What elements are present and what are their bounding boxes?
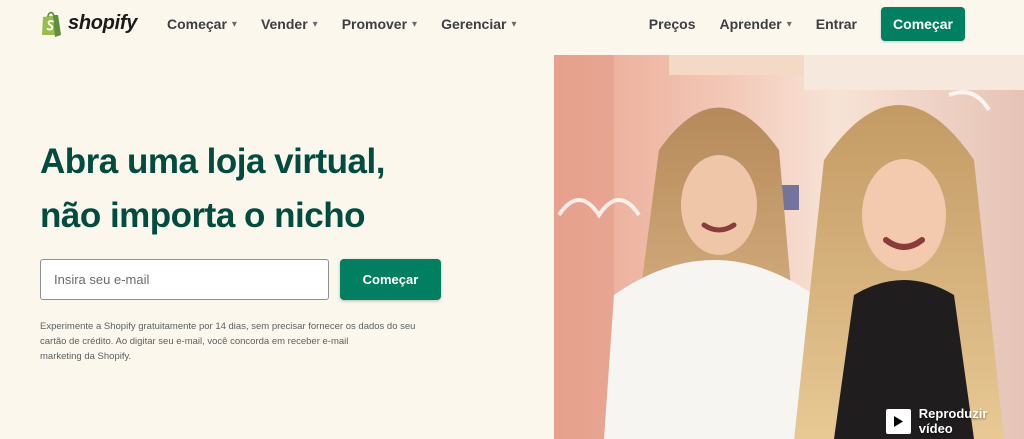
play-video-label: Reproduzir vídeo — [918, 406, 988, 436]
trial-disclaimer: Experimente a Shopify gratuitamente por … — [40, 319, 430, 364]
disclaimer-line-3: marketing da Shopify. — [40, 351, 132, 362]
chevron-down-icon: ▾ — [786, 18, 792, 30]
top-navigation: shopify Começar ▾ Vender ▾ Promover ▾ Ge… — [0, 0, 1024, 50]
play-video-control[interactable]: Reproduzir vídeo — [886, 406, 1024, 436]
hero-headline: Abra uma loja virtual, não importa o nic… — [40, 135, 540, 243]
menu-item-promover[interactable]: Promover ▾ — [342, 16, 417, 32]
headline-line-1: Abra uma loja virtual, — [40, 142, 385, 181]
main-menu: Começar ▾ Vender ▾ Promover ▾ Gerenciar … — [167, 0, 516, 48]
hero-photo-illustration — [554, 55, 1024, 439]
start-button-hero[interactable]: Começar — [340, 259, 441, 300]
shopify-logo[interactable]: shopify — [40, 10, 137, 37]
chevron-down-icon: ▾ — [312, 18, 318, 30]
menu-item-label: Começar — [167, 16, 227, 32]
learn-label: Aprender — [719, 16, 782, 32]
play-button[interactable] — [886, 408, 911, 434]
headline-line-2: não importa o nicho — [40, 196, 365, 235]
menu-item-label: Promover — [341, 16, 408, 32]
menu-item-gerenciar[interactable]: Gerenciar ▾ — [441, 16, 516, 32]
pricing-link[interactable]: Preços — [649, 16, 696, 32]
menu-item-label: Vender — [260, 16, 308, 32]
chevron-down-icon: ▾ — [412, 18, 418, 30]
chevron-down-icon: ▾ — [511, 18, 517, 30]
hero-photo — [554, 55, 1024, 439]
logo-wordmark: shopify — [68, 12, 138, 34]
menu-item-comecar[interactable]: Começar ▾ — [167, 16, 237, 32]
disclaimer-line-2: cartão de crédito. Ao digitar seu e-mail… — [40, 336, 349, 347]
email-field[interactable] — [40, 259, 329, 300]
play-icon — [893, 415, 903, 427]
login-label: Entrar — [815, 16, 857, 32]
start-button-label: Começar — [893, 16, 953, 32]
chevron-down-icon: ▾ — [231, 18, 237, 30]
start-button-label: Começar — [362, 272, 419, 287]
secondary-menu: Preços Aprender ▾ Entrar — [649, 0, 857, 48]
pricing-label: Preços — [648, 16, 696, 32]
disclaimer-line-1: Experimente a Shopify gratuitamente por … — [40, 321, 416, 332]
shopify-bag-icon — [42, 11, 61, 37]
menu-item-vender[interactable]: Vender ▾ — [261, 16, 318, 32]
menu-item-label: Gerenciar — [441, 16, 507, 32]
start-button-nav[interactable]: Começar — [881, 7, 965, 41]
learn-menu[interactable]: Aprender ▾ — [720, 16, 792, 32]
login-link[interactable]: Entrar — [816, 16, 857, 32]
